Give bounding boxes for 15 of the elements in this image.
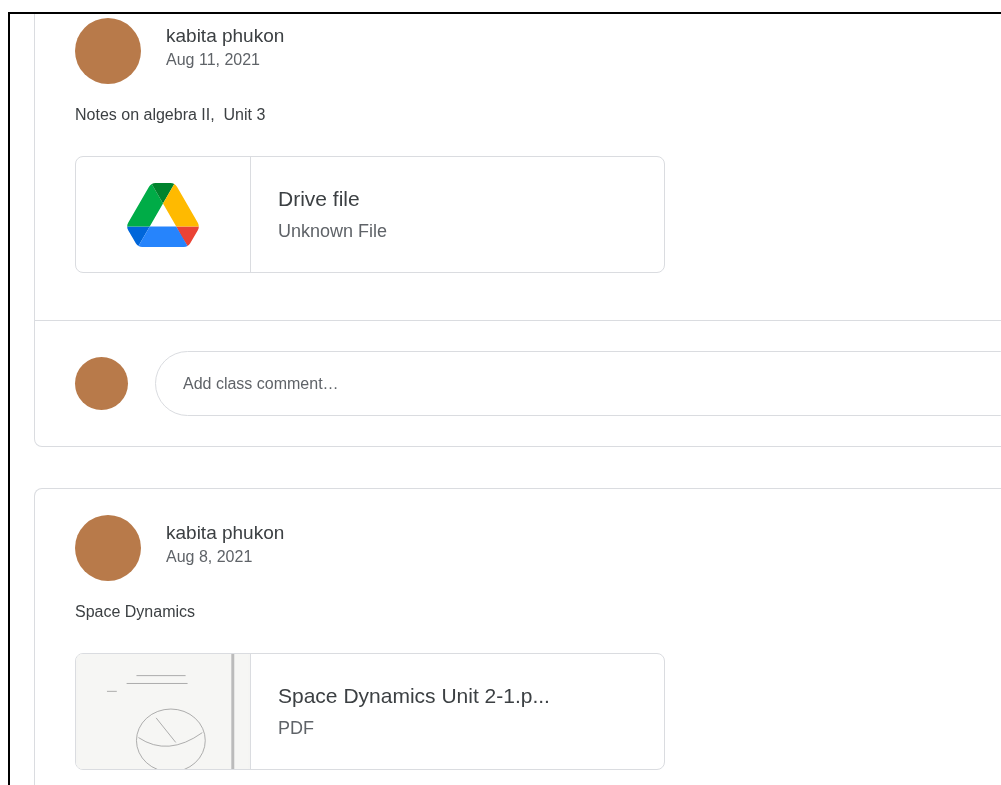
author-name: kabita phukon bbox=[166, 522, 285, 544]
drive-icon bbox=[126, 182, 200, 247]
post-text: Space Dynamics bbox=[75, 603, 197, 621]
attachment-title: Space Dynamics Unit 2-1.p... bbox=[278, 684, 550, 708]
attachment-title: Drive file bbox=[278, 187, 361, 211]
attachment-type: Unknown File bbox=[278, 221, 388, 242]
post-text: Notes on algebra II, Unit 3 bbox=[75, 106, 267, 124]
comment-field[interactable]: Add class comment… bbox=[155, 351, 1001, 416]
attachment-type: PDF bbox=[278, 718, 315, 739]
post-date: Aug 11, 2021 bbox=[166, 51, 261, 69]
attachment-card[interactable]: Space Dynamics Unit 2-1.p... PDF bbox=[75, 653, 665, 770]
avatar bbox=[75, 357, 128, 410]
author-name: kabita phukon bbox=[166, 25, 285, 47]
post-date: Aug 8, 2021 bbox=[166, 548, 254, 566]
attachment-card[interactable]: Drive file Unknown File bbox=[75, 156, 665, 273]
